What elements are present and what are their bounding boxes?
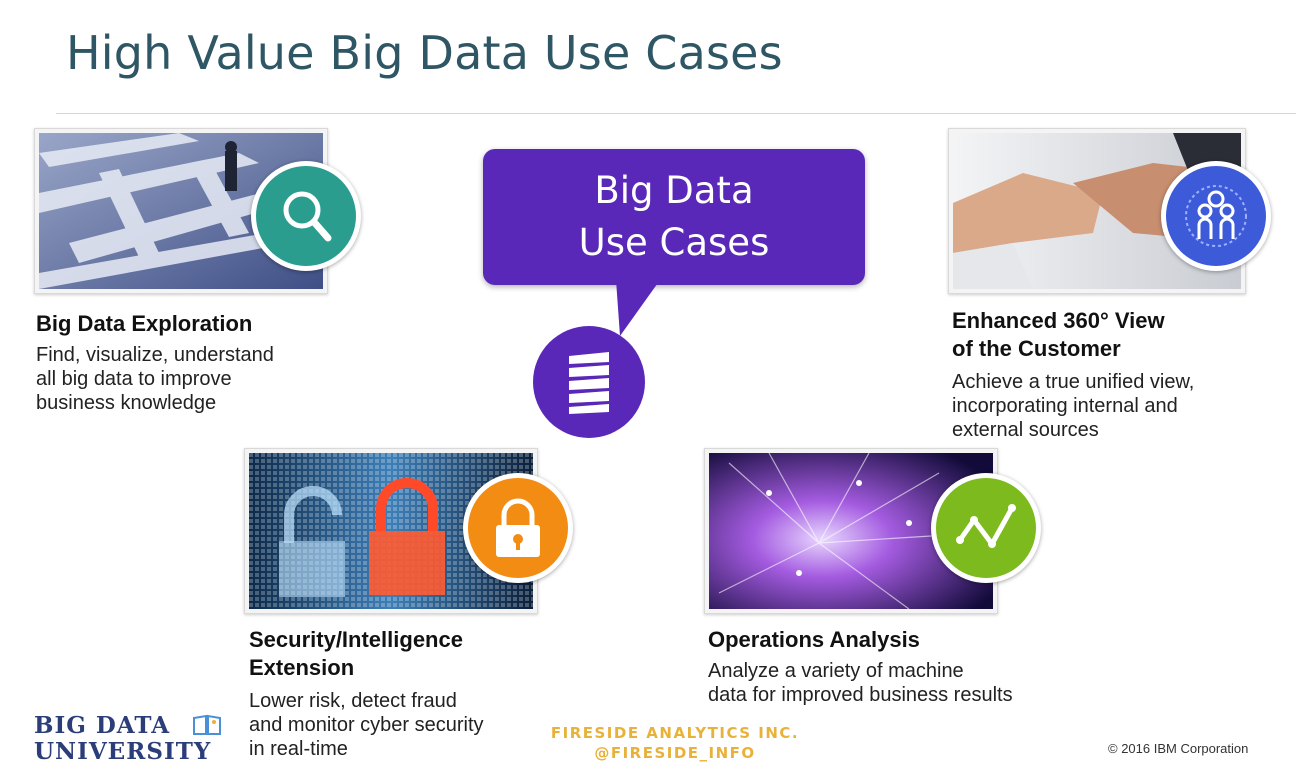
operations-desc-line: Analyze a variety of machine	[708, 660, 964, 682]
logo-line-2: UNIVERSITY	[34, 738, 212, 765]
customer-view-description: Achieve a true unified view, incorporati…	[952, 370, 1194, 442]
database-icon	[569, 352, 609, 414]
operations-desc-line: data for improved business results	[708, 684, 1013, 706]
exploration-desc-line: business knowledge	[36, 392, 217, 414]
operations-badge	[931, 473, 1041, 583]
customer-view-desc-line: incorporating internal and	[952, 395, 1178, 417]
exploration-desc-line: Find, visualize, understand	[36, 344, 274, 366]
callout-pointer	[616, 280, 660, 336]
security-title-line: Security/Intelligence	[249, 627, 463, 652]
operations-title: Operations Analysis	[708, 627, 920, 652]
database-badge	[533, 326, 645, 438]
fireside-watermark: FIRESIDE ANALYTICS INC. @FIRESIDE_INFO	[540, 723, 810, 763]
customer-view-title-line: of the Customer	[952, 336, 1121, 361]
company-handle: @FIRESIDE_INFO	[594, 744, 756, 762]
callout-line-1: Big Data	[594, 169, 754, 212]
customer-view-title: Enhanced 360° View of the Customer	[952, 307, 1165, 363]
security-desc-line: Lower risk, detect fraud	[249, 690, 457, 712]
book-icon	[193, 714, 221, 735]
center-callout: Big Data Use Cases	[483, 149, 865, 285]
title-divider	[56, 113, 1296, 114]
security-description: Lower risk, detect fraud and monitor cyb…	[249, 689, 484, 761]
operations-photo	[704, 448, 1041, 614]
lock-icon	[496, 498, 540, 557]
people-icon	[1185, 185, 1247, 247]
security-title: Security/Intelligence Extension	[249, 626, 463, 682]
callout-line-2: Use Cases	[578, 221, 770, 264]
operations-description: Analyze a variety of machine data for im…	[708, 659, 1013, 707]
exploration-photo	[34, 128, 361, 294]
customer-view-badge	[1161, 161, 1271, 271]
security-badge	[463, 473, 573, 583]
company-name: FIRESIDE ANALYTICS INC.	[550, 724, 800, 742]
exploration-badge	[251, 161, 361, 271]
security-desc-line: and monitor cyber security	[249, 714, 484, 736]
customer-view-desc-line: external sources	[952, 419, 1099, 441]
customer-view-title-line: Enhanced 360° View	[952, 308, 1165, 333]
trend-line-icon	[956, 504, 1016, 548]
big-data-university-logo: BIG DATA UNIVERSITY	[34, 713, 211, 765]
customer-view-desc-line: Achieve a true unified view,	[952, 371, 1195, 393]
exploration-desc-line: all big data to improve	[36, 368, 232, 390]
security-desc-line: in real-time	[249, 738, 348, 760]
exploration-description: Find, visualize, understand all big data…	[36, 343, 274, 415]
customer-view-photo	[948, 128, 1271, 294]
copyright-text: © 2016 IBM Corporation	[1108, 741, 1249, 756]
slide-title: High Value Big Data Use Cases	[66, 26, 783, 80]
security-photo	[244, 448, 573, 614]
logo-line-1: BIG DATA	[34, 712, 171, 739]
exploration-title: Big Data Exploration	[36, 311, 253, 336]
security-title-line: Extension	[249, 655, 355, 680]
magnifier-icon	[283, 191, 332, 242]
